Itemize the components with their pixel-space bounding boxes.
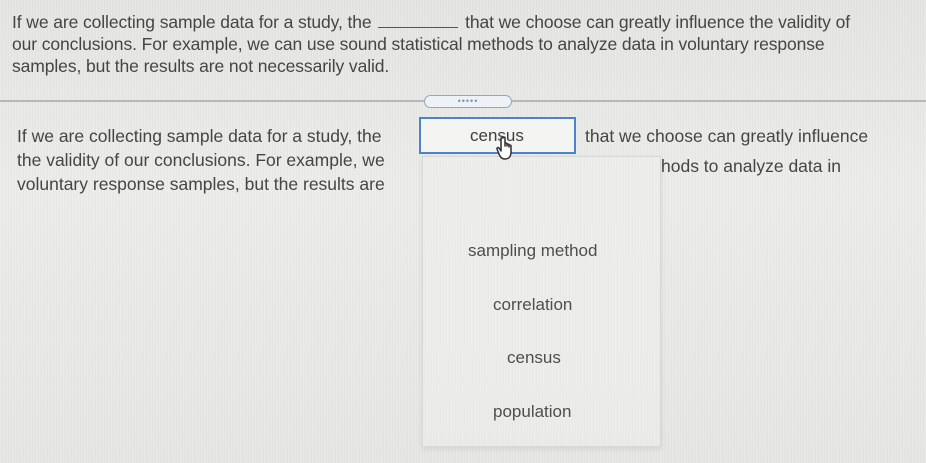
answer-left-line-2: the validity of our conclusions. For exa… [17,150,385,170]
option-census[interactable]: census [507,348,561,368]
answer-left-line-1: If we are collecting sample data for a s… [17,126,382,146]
answer-right-line-1: that we choose can greatly influence [585,126,869,146]
question-line-2: our conclusions. For example, we can use… [12,34,825,54]
answer-left-line-3: voluntary response samples, but the resu… [17,174,385,194]
option-correlation[interactable]: correlation [493,295,572,315]
answer-right-line-2: hods to analyze data in [661,156,841,176]
question-line-3: samples, but the results are not necessa… [12,56,390,76]
answer-text-left: If we are collecting sample data for a s… [17,125,385,197]
option-sampling-method[interactable]: sampling method [468,241,597,261]
question-blank [378,13,459,28]
option-population[interactable]: population [493,402,571,422]
hand-pointer-icon [496,136,512,160]
answer-options-dropdown: sampling method correlation census popul… [422,156,661,447]
question-before-blank: If we are collecting sample data for a s… [12,12,372,32]
question-text: If we are collecting sample data for a s… [12,11,920,77]
divider-handle[interactable]: ••••• [424,95,512,108]
question-after-blank: that we choose can greatly influence the… [465,12,850,32]
